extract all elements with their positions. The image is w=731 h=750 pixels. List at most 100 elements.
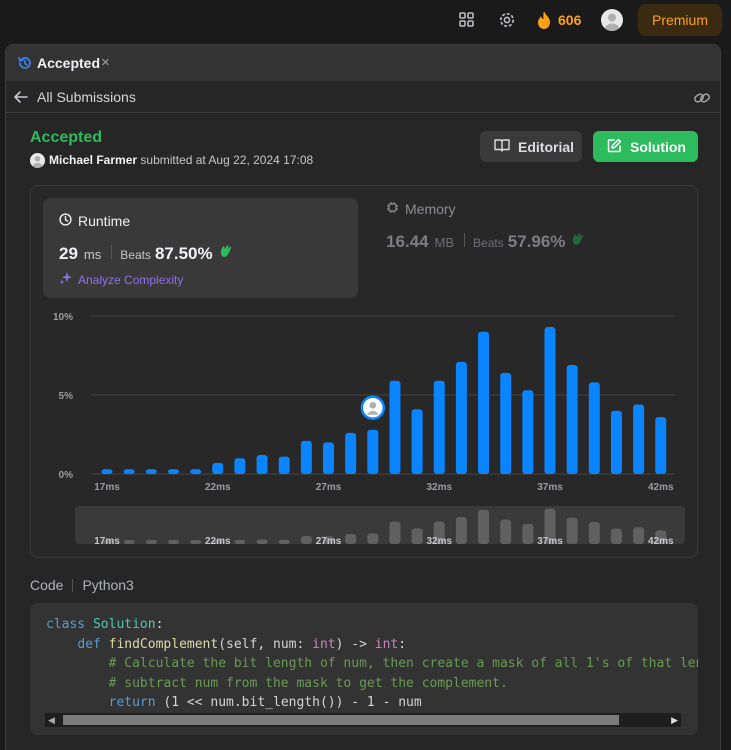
runtime-bar[interactable]: [190, 469, 202, 474]
language-label: Python3: [82, 577, 134, 593]
overview-bar: [300, 536, 312, 544]
streak-count[interactable]: 606: [558, 12, 581, 28]
runtime-bar[interactable]: [478, 331, 490, 474]
runtime-bar[interactable]: [212, 462, 224, 474]
x-tick-label: 17ms: [94, 482, 120, 493]
overview-tick-label: 32ms: [426, 536, 452, 547]
editorial-label: Editorial: [518, 138, 575, 155]
submitter-info: Michael Farmer submitted at Aug 22, 2024…: [49, 153, 313, 167]
runtime-bar[interactable]: [101, 469, 113, 474]
overview-bar: [478, 509, 490, 544]
overview-bar: [455, 517, 467, 544]
runtime-bar[interactable]: [234, 458, 246, 474]
editorial-button[interactable]: Editorial: [480, 131, 582, 162]
runtime-bar[interactable]: [588, 382, 600, 474]
fire-streak-icon[interactable]: [536, 10, 552, 30]
overview-tick-label: 22ms: [205, 536, 231, 547]
gear-icon[interactable]: [497, 10, 517, 30]
avatar[interactable]: [601, 9, 623, 31]
overview-bar: [145, 540, 157, 544]
solution-label: Solution: [630, 138, 686, 155]
edit-icon: [607, 138, 622, 156]
overview-bar: [190, 540, 202, 544]
overview-bar: [411, 528, 423, 544]
overview-bar: [522, 523, 534, 544]
overview-bar: [256, 539, 268, 544]
runtime-bar[interactable]: [455, 361, 467, 474]
runtime-bar[interactable]: [389, 380, 401, 474]
overview-tick-label: 17ms: [94, 536, 120, 547]
avatar-icon: [369, 401, 377, 409]
solution-button[interactable]: Solution: [593, 131, 698, 162]
x-tick-label: 42ms: [648, 482, 674, 493]
overview-bar: [500, 519, 512, 544]
runtime-bar[interactable]: [522, 390, 534, 474]
submitted-at: submitted at Aug 22, 2024 17:08: [140, 153, 314, 167]
overview-bar: [389, 521, 401, 544]
breadcrumb: All Submissions: [6, 81, 720, 113]
overview-tick-label: 27ms: [316, 536, 342, 547]
overview-bar: [633, 527, 645, 544]
premium-button[interactable]: Premium: [638, 4, 722, 36]
overview-bar: [610, 528, 622, 544]
layout-icon[interactable]: [457, 10, 477, 30]
horizontal-scrollbar[interactable]: ◀ ▶: [45, 713, 681, 727]
runtime-bar[interactable]: [300, 440, 312, 474]
book-icon: [494, 138, 510, 155]
runtime-bar[interactable]: [345, 432, 357, 474]
divider: [72, 578, 74, 592]
y-tick-label: 0%: [59, 470, 74, 481]
stats-card: Runtime 29 ms Beats 87.50% Analyze Compl…: [30, 185, 698, 558]
runtime-bar[interactable]: [145, 469, 157, 474]
overview-bar: [588, 521, 600, 544]
runtime-bar[interactable]: [544, 327, 556, 474]
avatar: [30, 153, 45, 168]
runtime-bar[interactable]: [167, 469, 179, 474]
overview-tick-label: 37ms: [537, 536, 563, 547]
top-navbar: 606 Premium: [0, 0, 731, 42]
x-tick-label: 27ms: [316, 482, 342, 493]
x-tick-label: 22ms: [205, 482, 231, 493]
overview-bar: [566, 517, 578, 544]
tab-accepted[interactable]: Accepted: [37, 55, 100, 71]
overview-bar: [278, 539, 290, 544]
tab-bar: Accepted ×: [6, 45, 720, 81]
y-tick-label: 5%: [59, 391, 74, 402]
code-block[interactable]: class Solution: def findComplement(self,…: [30, 603, 698, 735]
x-tick-label: 32ms: [426, 482, 452, 493]
runtime-bar[interactable]: [433, 380, 445, 474]
overview-bar: [123, 540, 135, 544]
submitter-name[interactable]: Michael Farmer: [49, 153, 137, 167]
runtime-bar[interactable]: [278, 456, 290, 474]
overview-tick-label: 42ms: [648, 536, 674, 547]
scrollbar-thumb[interactable]: [63, 715, 619, 725]
y-tick-label: 10%: [53, 312, 73, 323]
history-icon: [17, 55, 33, 71]
runtime-bar[interactable]: [323, 442, 334, 474]
submission-panel: Accepted × All Submissions Accepted Mich…: [5, 44, 721, 750]
scroll-left-icon[interactable]: ◀: [48, 715, 55, 726]
runtime-distribution-chart[interactable]: 0% 5% 10% 17ms 22ms 27ms 32ms 37ms 42ms 17ms 22m…: [31, 186, 697, 557]
runtime-bar[interactable]: [566, 364, 578, 474]
overview-bar: [167, 540, 179, 544]
submission-status: Accepted: [30, 129, 103, 146]
close-icon[interactable]: ×: [101, 54, 110, 71]
runtime-bar[interactable]: [123, 469, 135, 474]
scroll-right-icon[interactable]: ▶: [671, 715, 678, 726]
runtime-bar[interactable]: [411, 409, 423, 474]
runtime-bar[interactable]: [633, 404, 645, 474]
code-header: Code Python3: [30, 577, 134, 593]
code-label: Code: [30, 577, 64, 593]
x-tick-label: 37ms: [537, 482, 563, 493]
runtime-bar[interactable]: [655, 417, 667, 474]
code-text[interactable]: class Solution: def findComplement(self,…: [46, 615, 698, 713]
runtime-bar[interactable]: [367, 429, 379, 474]
arrow-left-icon[interactable]: [13, 90, 29, 104]
link-icon[interactable]: [693, 89, 711, 107]
overview-bar: [234, 540, 246, 544]
overview-bar: [345, 534, 357, 544]
all-submissions-link[interactable]: All Submissions: [37, 89, 136, 105]
runtime-bar[interactable]: [500, 372, 512, 474]
runtime-bar[interactable]: [610, 410, 622, 474]
runtime-bar[interactable]: [256, 455, 268, 474]
